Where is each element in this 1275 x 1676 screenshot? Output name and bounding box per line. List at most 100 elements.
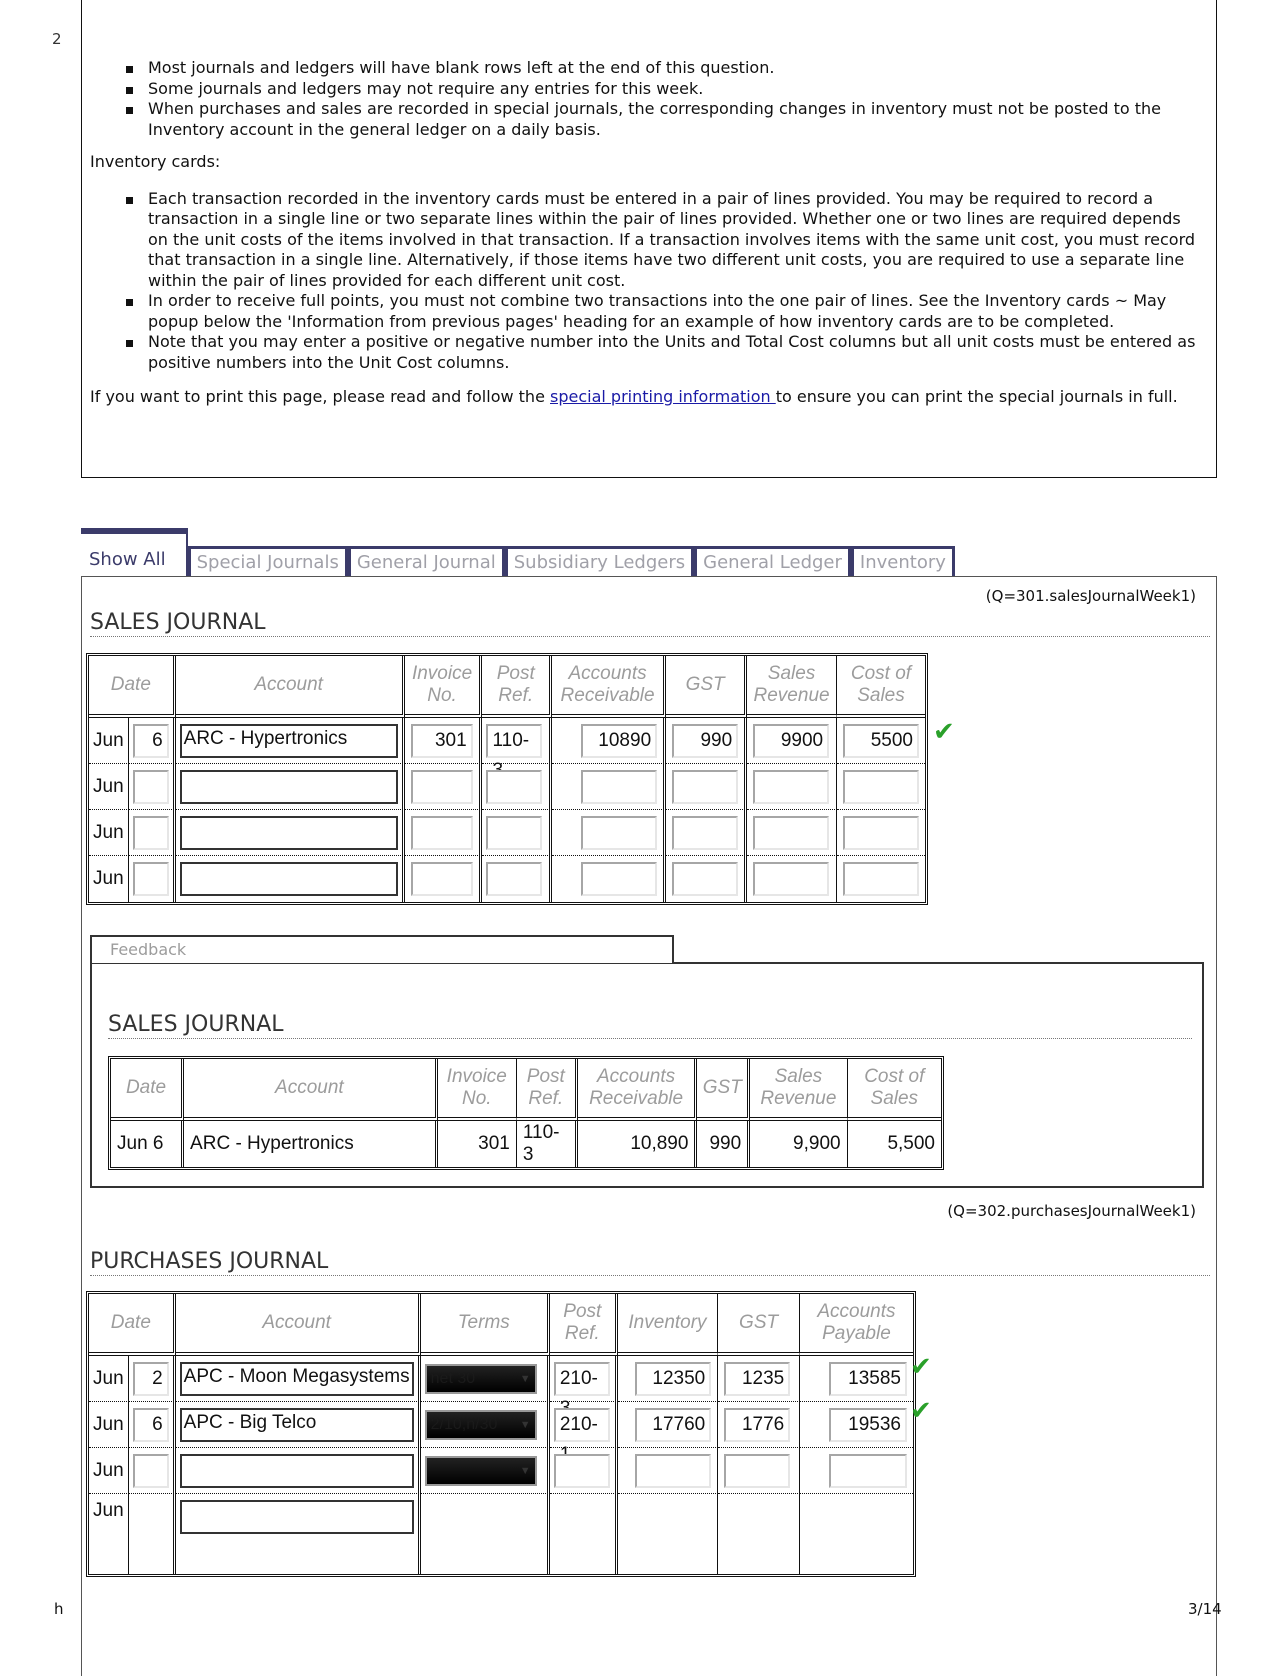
check-icon: ✔ xyxy=(910,1396,932,1426)
account-input[interactable]: ARC - Hypertronics xyxy=(179,723,398,758)
date-day-input[interactable]: 6 xyxy=(132,723,169,758)
date-day-input[interactable]: 2 xyxy=(132,1361,169,1396)
feedback-cos: 5,500 xyxy=(887,1133,935,1154)
invoice-input[interactable] xyxy=(410,862,473,896)
account-input[interactable]: APC - Big Telco xyxy=(179,1407,414,1442)
ap-input[interactable] xyxy=(829,1453,907,1488)
tab-general-journal[interactable]: General Journal xyxy=(347,546,505,576)
tab-show-all[interactable]: Show All xyxy=(81,528,188,576)
list-item: Most journals and ledgers will have blan… xyxy=(126,58,1202,79)
dropdown-arrow-icon: ▼ xyxy=(519,1418,531,1431)
page-footer-left: h xyxy=(54,1600,64,1618)
col-accounts-receivable: Accounts Receivable xyxy=(551,656,667,718)
feedback-post-ref: 110-3 xyxy=(517,1121,578,1167)
feedback-panel: SALES JOURNAL Date Account Invoice No. Po… xyxy=(90,962,1204,1188)
gst-input[interactable] xyxy=(724,1453,791,1488)
feedback-account: ARC - Hypertronics xyxy=(184,1121,438,1167)
col-gst: GST xyxy=(666,656,748,718)
date-month: Jun xyxy=(89,1402,129,1448)
tab-general-ledger[interactable]: General Ledger xyxy=(694,546,851,576)
account-input[interactable] xyxy=(179,769,398,804)
revenue-input[interactable] xyxy=(753,862,830,896)
post-ref-input[interactable] xyxy=(486,862,543,896)
col-accounts-payable: Accounts Payable xyxy=(799,1294,913,1356)
ap-input[interactable]: 19536 xyxy=(829,1407,907,1442)
post-ref-input[interactable]: 210-3 xyxy=(553,1361,610,1419)
gst-input[interactable] xyxy=(672,769,739,804)
invoice-input[interactable]: 301 xyxy=(410,723,473,758)
terms-select[interactable]: 2/10,n/30 ▼ xyxy=(424,1409,537,1440)
date-day-input[interactable]: 6 xyxy=(132,1407,169,1442)
dropdown-arrow-icon: ▼ xyxy=(519,1372,531,1385)
ar-input[interactable] xyxy=(581,862,658,896)
inventory-input[interactable]: 17760 xyxy=(635,1407,712,1442)
ar-input[interactable] xyxy=(581,815,658,850)
post-ref-input[interactable] xyxy=(486,815,543,850)
post-ref-input[interactable]: 110-3 xyxy=(486,723,543,781)
terms-select[interactable]: net 30 ▼ xyxy=(424,1363,537,1394)
inventory-input[interactable]: 12350 xyxy=(635,1361,712,1396)
post-ref-input[interactable]: 210-1 xyxy=(553,1407,610,1465)
dropdown-arrow-icon: ▼ xyxy=(519,1464,531,1477)
date-day-input[interactable] xyxy=(132,769,169,804)
account-input[interactable]: APC - Moon Megasystems xyxy=(179,1361,414,1396)
inventory-input[interactable] xyxy=(635,1453,712,1488)
gst-input[interactable] xyxy=(672,815,739,850)
invoice-input[interactable] xyxy=(410,769,473,804)
list-item: Note that you may enter a positive or ne… xyxy=(126,332,1202,373)
date-month: Jun xyxy=(89,764,129,810)
tab-inventory[interactable]: Inventory xyxy=(850,546,955,576)
feedback-gst: 990 xyxy=(697,1121,751,1167)
table-header-row: Date Account Invoice No. Post Ref. Account… xyxy=(111,1059,941,1121)
page-number: 3/14 xyxy=(1188,1600,1222,1618)
cos-input[interactable] xyxy=(842,815,919,850)
col-sales-revenue: Sales Revenue xyxy=(750,1059,848,1121)
gst-input[interactable]: 1235 xyxy=(724,1361,791,1396)
purchases-journal-table: Date Account Terms Post Ref. Inventory GS… xyxy=(86,1291,916,1577)
col-invoice: Invoice No. xyxy=(404,656,483,718)
col-account: Account xyxy=(175,1294,421,1356)
cos-input[interactable] xyxy=(842,769,919,804)
account-input[interactable] xyxy=(179,815,398,850)
table-header-row: Date Account Invoice No. Post Ref. Account… xyxy=(89,656,925,718)
terms-select[interactable]: ▼ xyxy=(424,1455,537,1486)
date-month: Jun xyxy=(89,810,129,856)
revenue-input[interactable] xyxy=(753,815,830,850)
account-input[interactable] xyxy=(179,862,398,896)
feedback-date: Jun 6 xyxy=(111,1121,185,1167)
account-input[interactable] xyxy=(179,1500,414,1534)
sales-journal-title: SALES JOURNAL xyxy=(90,610,1210,637)
page-margin-number: 2 xyxy=(52,30,62,48)
date-day-input[interactable] xyxy=(132,815,169,850)
col-gst: GST xyxy=(718,1294,800,1356)
post-ref-input[interactable] xyxy=(553,1453,610,1488)
feedback-sales-table: Date Account Invoice No. Post Ref. Account… xyxy=(108,1056,944,1170)
ar-input[interactable] xyxy=(581,769,658,804)
post-ref-input[interactable] xyxy=(486,769,543,804)
gst-input[interactable]: 990 xyxy=(672,723,739,758)
col-post-ref: Post Ref. xyxy=(482,656,552,718)
tab-special-journals[interactable]: Special Journals xyxy=(187,546,348,576)
print-text-after: to ensure you can print the special jour… xyxy=(775,387,1178,406)
instructions-panel: Most journals and ledgers will have blan… xyxy=(81,0,1217,478)
date-day-input[interactable] xyxy=(132,862,169,896)
invoice-input[interactable] xyxy=(410,815,473,850)
tab-subsidiary-ledgers[interactable]: Subsidiary Ledgers xyxy=(504,546,695,576)
sales-journal-table: Date Account Invoice No. Post Ref. Account… xyxy=(86,653,928,905)
ap-input[interactable]: 13585 xyxy=(829,1361,907,1396)
date-month: Jun xyxy=(89,1494,129,1574)
cos-input[interactable]: 5500 xyxy=(842,723,919,758)
account-input[interactable] xyxy=(179,1453,414,1488)
revenue-input[interactable] xyxy=(753,769,830,804)
feedback-tab[interactable]: Feedback xyxy=(90,935,674,963)
gst-input[interactable] xyxy=(672,862,739,896)
gst-input[interactable]: 1776 xyxy=(724,1407,791,1442)
table-row: Jun xyxy=(89,1494,913,1574)
ar-input[interactable]: 10890 xyxy=(581,723,658,758)
list-item: Some journals and ledgers may not requir… xyxy=(126,79,1202,100)
date-day-input[interactable] xyxy=(132,1453,169,1488)
cos-input[interactable] xyxy=(842,862,919,896)
special-printing-link[interactable]: special printing information xyxy=(550,387,776,406)
revenue-input[interactable]: 9900 xyxy=(753,723,830,758)
purchases-question-ref: (Q=302.purchasesJournalWeek1) xyxy=(947,1202,1196,1220)
